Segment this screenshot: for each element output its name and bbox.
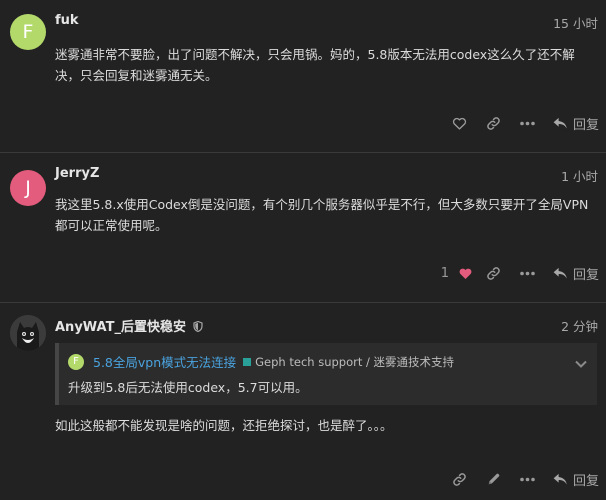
quote-topic-link[interactable]: 5.8全局vpn模式无法连接 [93,352,236,371]
quote-avatar: F [68,353,84,370]
like-button[interactable] [443,111,477,135]
more-icon [520,477,536,481]
post-anywat: AnyWAT_后置快稳安 2 分钟 F 5.8全局vpn模式无法连接 Geph … [0,302,606,500]
username[interactable]: JerryZ [55,166,99,181]
more-button[interactable] [511,467,545,491]
post-fuk: F fuk 15 小时 迷雾通非常不要脸，出了问题不解决，只会甩锅。妈的，5.8… [0,0,606,152]
expand-quote-button[interactable] [575,353,587,372]
edit-button[interactable] [477,467,511,491]
avatar[interactable] [10,315,46,351]
post-actions: 回复 [443,111,599,135]
link-icon [453,472,467,486]
reply-button[interactable]: 回复 [545,264,599,283]
post-body: 我这里5.8.x使用Codex倒是没问题，有个别几个服务器似乎是不行，但大多数只… [55,197,589,233]
cat-avatar-image [10,315,46,351]
like-button[interactable] [455,261,477,285]
username[interactable]: AnyWAT_后置快稳安 [55,316,203,335]
quote-category-link[interactable]: Geph tech support / 迷雾通技术支持 [255,354,454,370]
post-actions: 回复 [443,467,599,491]
more-button[interactable] [511,111,545,135]
chevron-down-icon [575,360,587,368]
reply-label: 回复 [572,117,599,133]
quote-block: F 5.8全局vpn模式无法连接 Geph tech support / 迷雾通… [55,343,597,405]
copy-link-button[interactable] [477,111,511,135]
heart-icon [453,117,467,130]
reply-button[interactable]: 回复 [545,114,599,133]
username[interactable]: fuk [55,13,79,28]
post-jerryz: J JerryZ 1 小时 我这里5.8.x使用Codex倒是没问题，有个别几个… [0,152,606,302]
reply-label: 回复 [572,267,599,283]
category-badge [243,357,252,366]
reply-label: 回复 [572,473,599,489]
like-count[interactable]: 1 [441,266,449,281]
link-icon [487,116,501,130]
post-actions: 1 回复 [441,261,599,285]
link-icon [487,266,501,280]
more-icon [520,271,536,275]
quote-text: 升级到5.8后无法使用codex，5.7可以用。 [68,380,308,395]
copy-link-button[interactable] [477,261,511,285]
heart-icon [460,268,472,279]
shield-icon [192,320,203,333]
username-text: AnyWAT_后置快稳安 [55,320,186,335]
quote-header: F 5.8全局vpn模式无法连接 Geph tech support / 迷雾通… [68,352,454,371]
copy-link-button[interactable] [443,467,477,491]
reply-icon [553,117,567,128]
reply-icon [553,267,567,278]
avatar[interactable]: J [10,170,46,206]
post-time[interactable]: 2 分钟 [561,316,598,335]
pencil-icon [488,473,500,485]
avatar[interactable]: F [10,14,46,50]
more-icon [520,121,536,125]
post-body: 迷雾通非常不要脸，出了问题不解决，只会甩锅。妈的，5.8版本无法用codex这么… [55,47,575,83]
more-button[interactable] [511,261,545,285]
reply-button[interactable]: 回复 [545,470,599,489]
post-time[interactable]: 1 小时 [561,166,598,185]
post-time[interactable]: 15 小时 [553,13,598,32]
post-body: 如此这般都不能发现是啥的问题，还拒绝探讨，也是醉了。。。 [55,418,393,433]
reply-icon [553,473,567,484]
